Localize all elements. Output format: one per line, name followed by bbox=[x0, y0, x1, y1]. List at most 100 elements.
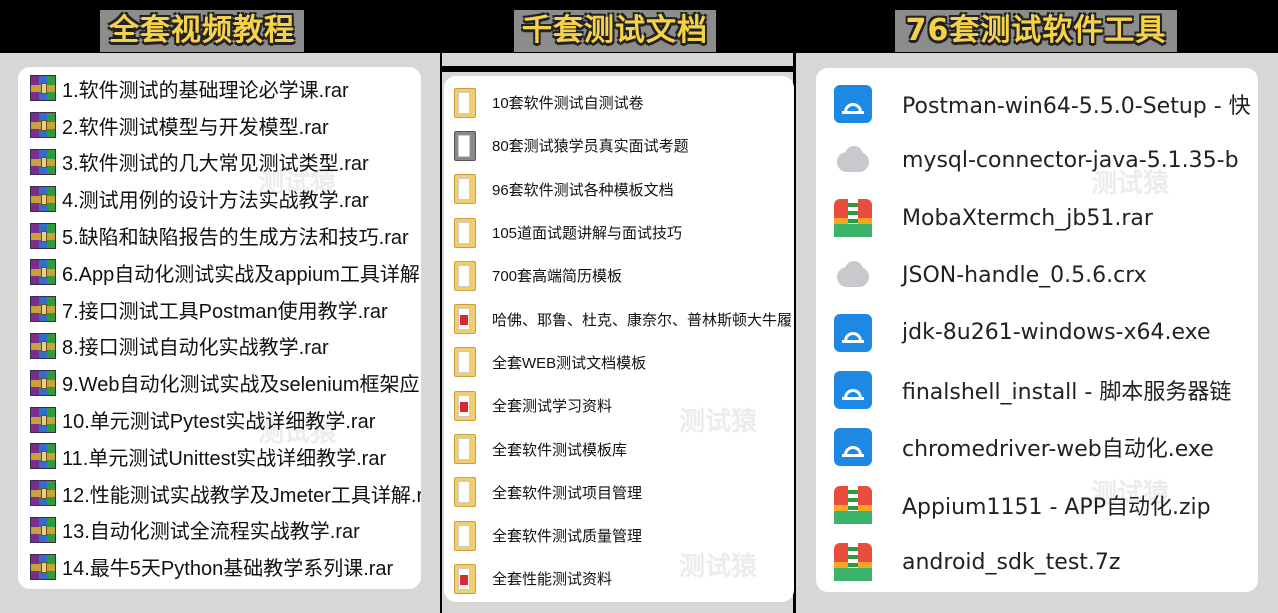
divider bbox=[442, 66, 793, 72]
video-course-item-label: 9.Web自动化测试实战及selenium框架应 bbox=[62, 374, 420, 397]
installer-icon bbox=[834, 84, 872, 123]
video-course-item[interactable]: 8.接口测试自动化实战教学.rar bbox=[18, 328, 421, 365]
folder-icon bbox=[454, 390, 476, 421]
rar-archive-icon bbox=[30, 406, 56, 433]
software-tool-item-label: Postman-win64-5.5.0-Setup - 快 bbox=[902, 93, 1251, 119]
installer-icon bbox=[834, 313, 872, 352]
document-item-label: 哈佛、耶鲁、杜克、康奈尔、普林斯顿大牛履 bbox=[492, 311, 793, 329]
document-item-label: 10套软件测试自测试卷 bbox=[492, 95, 644, 113]
folder-icon bbox=[454, 174, 476, 205]
software-tool-item-label: MobaXtermch_jb51.rar bbox=[902, 205, 1153, 231]
folder-icon bbox=[454, 87, 476, 118]
video-course-item[interactable]: 3.软件测试的几大常见测试类型.rar bbox=[18, 144, 421, 181]
folder-icon bbox=[454, 347, 476, 378]
video-course-item[interactable]: 9.Web自动化测试实战及selenium框架应 bbox=[18, 364, 421, 401]
software-tool-item[interactable]: chromedriver-web自动化.exe bbox=[816, 419, 1258, 476]
document-item[interactable]: 哈佛、耶鲁、杜克、康奈尔、普林斯顿大牛履 bbox=[444, 298, 794, 341]
document-item-label: 全套测试学习资料 bbox=[492, 398, 613, 416]
rar-archive-icon bbox=[30, 296, 56, 323]
folder-icon bbox=[454, 563, 476, 594]
rar-archive-icon bbox=[30, 185, 56, 212]
software-tool-item[interactable]: MobaXtermch_jb51.rar bbox=[816, 190, 1258, 247]
video-course-item-label: 2.软件测试模型与开发模型.rar bbox=[62, 116, 329, 139]
folder-icon bbox=[454, 217, 476, 248]
document-item-label: 全套性能测试资料 bbox=[492, 571, 613, 589]
archive-icon bbox=[834, 199, 872, 238]
software-tool-item-label: android_sdk_test.7z bbox=[902, 549, 1121, 575]
video-course-item[interactable]: 2.软件测试模型与开发模型.rar bbox=[18, 107, 421, 144]
folder-icon bbox=[454, 520, 476, 551]
document-item[interactable]: 全套软件测试项目管理 bbox=[444, 471, 794, 514]
rar-archive-icon bbox=[30, 443, 56, 470]
software-tool-item-label: Appium1151 - APP自动化.zip bbox=[902, 494, 1211, 520]
software-tool-item-label: chromedriver-web自动化.exe bbox=[902, 437, 1214, 463]
folder-icon bbox=[454, 304, 476, 335]
document-item-label: 96套软件测试各种模板文档 bbox=[492, 181, 674, 199]
video-course-item-label: 13.自动化测试全流程实战教学.rar bbox=[62, 521, 360, 544]
software-tool-item[interactable]: finalshell_install - 脚本服务器链 bbox=[816, 362, 1258, 419]
software-tool-item[interactable]: Appium1151 - APP自动化.zip bbox=[816, 476, 1258, 533]
document-item[interactable]: 全套软件测试模板库 bbox=[444, 427, 794, 470]
video-course-item-label: 11.单元测试Unittest实战详细教学.rar bbox=[62, 447, 387, 470]
video-course-item[interactable]: 12.性能测试实战教学及Jmeter工具详解.r bbox=[18, 475, 421, 512]
document-item[interactable]: 全套测试学习资料 bbox=[444, 384, 794, 427]
folder-icon bbox=[454, 477, 476, 508]
video-course-item[interactable]: 4.测试用例的设计方法实战教学.rar bbox=[18, 180, 421, 217]
document-item[interactable]: 80套测试猿学员真实面试考题 bbox=[444, 124, 794, 167]
document-item[interactable]: 10套软件测试自测试卷 bbox=[444, 81, 794, 124]
document-item[interactable]: 96套软件测试各种模板文档 bbox=[444, 168, 794, 211]
software-tool-item-label: jdk-8u261-windows-x64.exe bbox=[902, 320, 1211, 346]
document-list: 测试猿 测试猿 10套软件测试自测试卷 80套测试猿学员真实面试考题 96套软件测试… bbox=[444, 76, 794, 602]
document-item[interactable]: 全套WEB测试文档模板 bbox=[444, 341, 794, 384]
video-course-item[interactable]: 10.单元测试Pytest实战详细教学.rar bbox=[18, 401, 421, 438]
video-course-item-label: 3.软件测试的几大常见测试类型.rar bbox=[62, 153, 369, 176]
rar-archive-icon bbox=[30, 553, 56, 580]
software-tool-item[interactable]: mysql-connector-java-5.1.35-b bbox=[816, 132, 1258, 189]
cloud-icon bbox=[834, 142, 872, 180]
software-tool-item[interactable]: jdk-8u261-windows-x64.exe bbox=[816, 304, 1258, 361]
rar-archive-icon bbox=[30, 480, 56, 507]
video-course-item[interactable]: 1.软件测试的基础理论必学课.rar bbox=[18, 70, 421, 107]
document-item-label: 80套测试猿学员真实面试考题 bbox=[492, 138, 689, 156]
rar-archive-icon bbox=[30, 259, 56, 286]
video-course-item-label: 12.性能测试实战教学及Jmeter工具详解.r bbox=[62, 484, 421, 507]
video-course-item-label: 8.接口测试自动化实战教学.rar bbox=[62, 337, 329, 360]
installer-icon bbox=[834, 428, 872, 467]
video-course-item[interactable]: 11.单元测试Unittest实战详细教学.rar bbox=[18, 438, 421, 475]
video-course-item-label: 10.单元测试Pytest实战详细教学.rar bbox=[62, 411, 376, 434]
archive-icon bbox=[834, 485, 872, 524]
document-item[interactable]: 全套性能测试资料 bbox=[444, 557, 794, 600]
rar-archive-icon bbox=[30, 222, 56, 249]
video-course-item[interactable]: 13.自动化测试全流程实战教学.rar bbox=[18, 512, 421, 549]
rar-archive-icon bbox=[30, 369, 56, 396]
middle-heading: 千套测试文档 bbox=[514, 10, 716, 52]
folder-icon bbox=[454, 434, 476, 465]
document-item-label: 全套软件测试模板库 bbox=[492, 441, 628, 459]
document-item[interactable]: 700套高端简历模板 bbox=[444, 254, 794, 297]
video-course-item[interactable]: 7.接口测试工具Postman使用教学.rar bbox=[18, 291, 421, 328]
software-tool-item[interactable]: android_sdk_test.7z bbox=[816, 533, 1258, 590]
video-course-item[interactable]: 6.App自动化测试实战及appium工具详解 bbox=[18, 254, 421, 291]
archive-icon bbox=[834, 543, 872, 582]
right-heading: 76套测试软件工具 bbox=[895, 10, 1177, 52]
software-tool-item[interactable]: JSON-handle_0.5.6.crx bbox=[816, 247, 1258, 304]
video-course-item-label: 14.最牛5天Python基础教学系列课.rar bbox=[62, 558, 394, 581]
software-tool-item-label: JSON-handle_0.5.6.crx bbox=[902, 263, 1147, 289]
software-tool-item[interactable]: Postman-win64-5.5.0-Setup - 快 bbox=[816, 75, 1258, 132]
video-course-item-label: 7.接口测试工具Postman使用教学.rar bbox=[62, 300, 388, 323]
document-item-label: 全套WEB测试文档模板 bbox=[492, 354, 647, 372]
video-course-item[interactable]: 5.缺陷和缺陷报告的生成方法和技巧.rar bbox=[18, 217, 421, 254]
software-tool-list: 测试猿 测试猿 Postman-win64-5.5.0-Setup - 快 mys… bbox=[816, 68, 1258, 592]
document-item-label: 全套软件测试质量管理 bbox=[492, 528, 643, 546]
software-tool-item-label: mysql-connector-java-5.1.35-b bbox=[902, 148, 1239, 174]
installer-icon bbox=[834, 371, 872, 410]
document-item-label: 全套软件测试项目管理 bbox=[492, 484, 643, 502]
document-item[interactable]: 105道面试题讲解与面试技巧 bbox=[444, 211, 794, 254]
rar-archive-icon bbox=[30, 75, 56, 102]
document-item[interactable]: 全套软件测试质量管理 bbox=[444, 514, 794, 557]
video-course-item-label: 5.缺陷和缺陷报告的生成方法和技巧.rar bbox=[62, 227, 409, 250]
video-course-item[interactable]: 14.最牛5天Python基础教学系列课.rar bbox=[18, 548, 421, 585]
video-course-list: 测试猿 测试猿 1.软件测试的基础理论必学课.rar 2.软件测试模型与开发模型.… bbox=[18, 67, 421, 589]
rar-archive-icon bbox=[30, 516, 56, 543]
video-course-item-label: 1.软件测试的基础理论必学课.rar bbox=[62, 79, 349, 102]
